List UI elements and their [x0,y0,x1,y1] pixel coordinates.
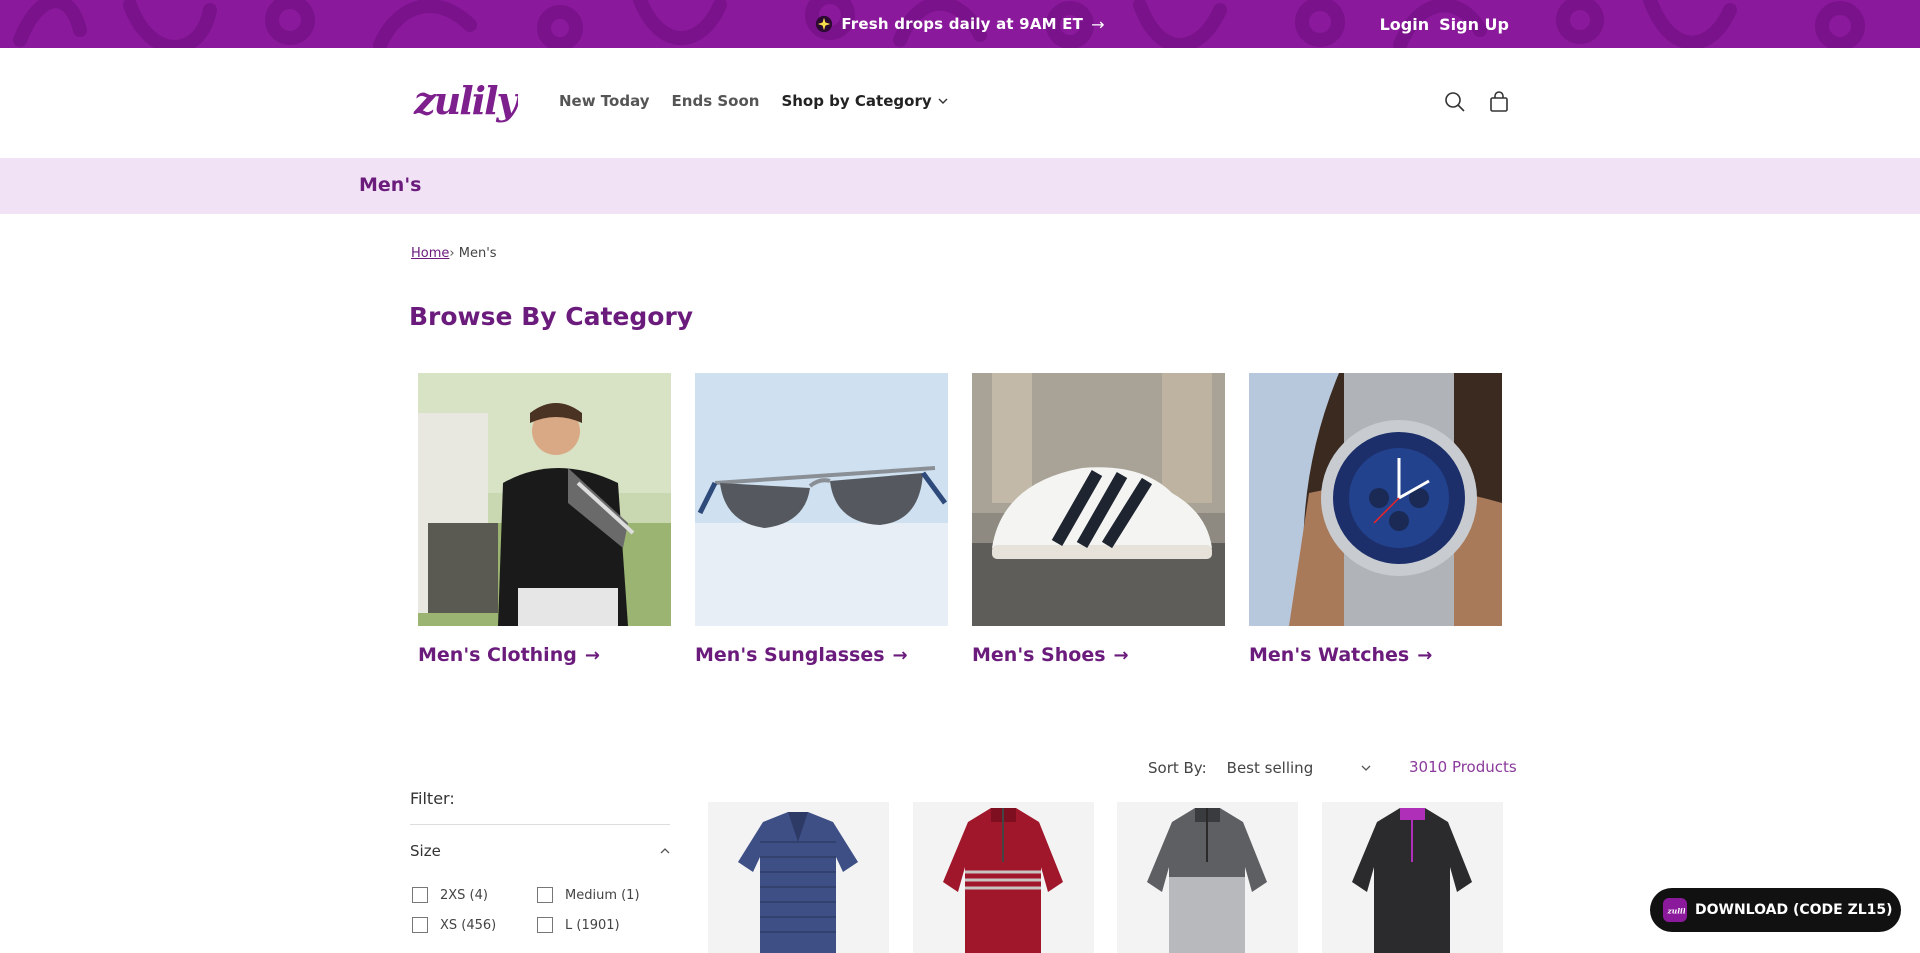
filter-label: Filter: [410,789,455,808]
svg-text:zulily: zulily [413,78,518,123]
filter-divider [410,824,670,825]
size-option-l[interactable]: L (1901) [537,917,620,933]
sort-label: Sort By: [1148,759,1207,777]
navy-polo-image [738,812,858,953]
category-card-clothing[interactable]: Men's Clothing → [418,373,671,666]
zulily-logo[interactable]: zulily [412,74,518,130]
nav-shop-by-category[interactable]: Shop by Category [781,92,948,110]
product-card[interactable] [708,802,889,953]
category-label-shoes[interactable]: Men's Shoes → [972,644,1225,666]
arrow-right-icon: → [1417,644,1433,666]
browse-title: Browse By Category [409,302,694,331]
grey-quarter-zip-image [1147,808,1267,953]
arrow-right-icon: → [1091,14,1105,34]
wristwatch-image [1249,373,1502,626]
product-count: 3010 Products [1409,758,1517,776]
category-card-watches[interactable]: Men's Watches → [1249,373,1502,666]
category-strip-title: Men's [359,174,422,196]
category-text-watches: Men's Watches [1249,644,1410,666]
arrow-right-icon: → [1113,644,1129,666]
nav-shop-by-category-label: Shop by Category [781,92,932,110]
arrow-right-icon: → [584,644,600,666]
size-option-medium[interactable]: Medium (1) [537,887,640,903]
category-cards: Men's Clothing → Men's Sunglasses → Men'… [418,373,1504,673]
main-nav: New Today Ends Soon Shop by Category [559,92,948,110]
download-app-button[interactable]: zulily DOWNLOAD (CODE ZL15) [1650,888,1901,932]
product-card[interactable] [913,802,1094,953]
sort-row: Sort By: Best selling [1148,756,1387,780]
arrow-right-icon: → [892,644,908,666]
category-image-sunglasses[interactable] [695,373,948,626]
chevron-up-icon [660,848,670,854]
size-filter-heading: Size [410,842,441,860]
signup-link[interactable]: Sign Up [1439,15,1509,34]
breadcrumb-home[interactable]: Home [411,246,449,261]
category-label-sunglasses[interactable]: Men's Sunglasses → [695,644,948,666]
size-checkbox[interactable] [537,887,553,903]
breadcrumb: Home› Men's [411,246,497,261]
announcement-bar: Fresh drops daily at 9AM ET → Login Sign… [0,0,1920,48]
announcement-text: Fresh drops daily at 9AM ET [841,15,1084,33]
category-image-watches[interactable] [1249,373,1502,626]
header-icons [1444,91,1510,113]
size-checkbox[interactable] [412,917,428,933]
category-image-shoes[interactable] [972,373,1225,626]
size-option-label: L (1901) [565,917,620,933]
site-header: zulily New Today Ends Soon Shop by Categ… [0,48,1920,158]
product-card[interactable] [1322,802,1503,953]
sort-select[interactable]: Best selling [1227,759,1387,777]
breadcrumb-separator: › [449,246,455,261]
sort-selected-value: Best selling [1226,759,1314,777]
zulily-app-icon: zulily [1663,898,1687,922]
category-text-clothing: Men's Clothing [418,644,577,666]
size-filter-toggle[interactable]: Size [410,842,670,860]
category-strip: Men's [0,158,1920,214]
size-checkbox[interactable] [537,917,553,933]
download-label: DOWNLOAD (CODE ZL15) [1695,902,1893,918]
breadcrumb-current: Men's [458,246,497,261]
nav-new-today[interactable]: New Today [559,92,650,110]
category-card-sunglasses[interactable]: Men's Sunglasses → [695,373,948,666]
chevron-down-icon [938,98,948,104]
red-quarter-zip-image [943,808,1063,953]
svg-text:zulily: zulily [1667,906,1686,915]
black-quarter-zip-image [1352,808,1472,953]
nav-ends-soon[interactable]: Ends Soon [672,92,760,110]
sunglasses-image [695,373,948,626]
size-option-label: Medium (1) [565,887,640,903]
login-link[interactable]: Login [1380,15,1430,34]
sneaker-image [972,373,1225,626]
category-image-clothing[interactable] [418,373,671,626]
size-option-xs[interactable]: XS (456) [412,917,496,933]
category-text-shoes: Men's Shoes [972,644,1106,666]
sparkle-icon [816,15,833,33]
search-icon[interactable] [1444,91,1466,113]
golf-shirt-man-image [418,373,671,626]
chevron-down-icon [1361,765,1371,771]
category-text-sunglasses: Men's Sunglasses [695,644,885,666]
nav-new-today-label: New Today [559,92,650,110]
product-card[interactable] [1117,802,1298,953]
cart-icon[interactable] [1488,91,1510,113]
size-checkbox[interactable] [412,887,428,903]
auth-links: Login Sign Up [1380,0,1509,48]
category-label-clothing[interactable]: Men's Clothing → [418,644,671,666]
category-card-shoes[interactable]: Men's Shoes → [972,373,1225,666]
announcement-message[interactable]: Fresh drops daily at 9AM ET → [0,0,1920,48]
nav-ends-soon-label: Ends Soon [671,92,760,110]
size-option-label: XS (456) [440,917,497,933]
category-label-watches[interactable]: Men's Watches → [1249,644,1502,666]
size-option-2xs[interactable]: 2XS (4) [412,887,488,903]
size-option-label: 2XS (4) [440,887,488,903]
